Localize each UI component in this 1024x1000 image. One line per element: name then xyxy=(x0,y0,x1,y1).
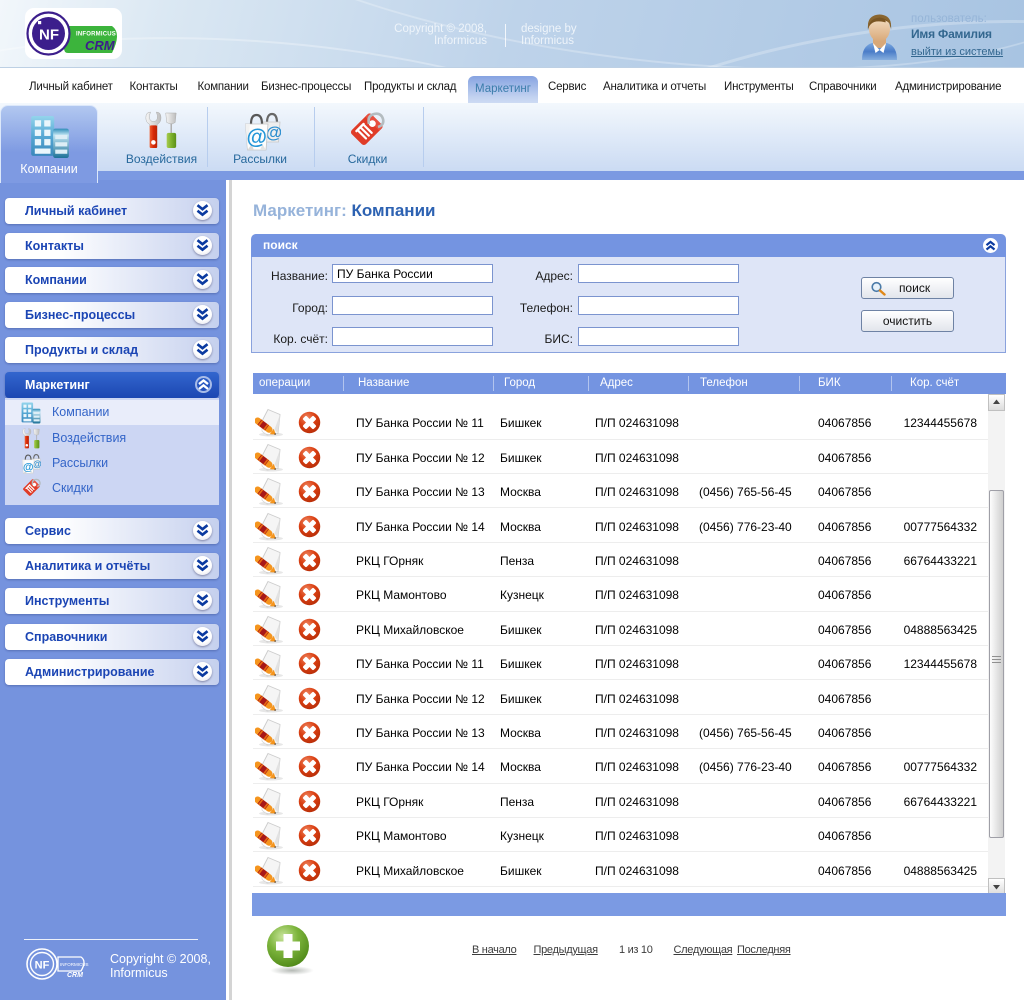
svg-text:@: @ xyxy=(23,461,34,473)
svg-text:CRM: CRM xyxy=(85,38,116,53)
svg-text:INFORMICUS: INFORMICUS xyxy=(60,962,89,967)
svg-text:@: @ xyxy=(247,126,267,149)
svg-text:INFORMICUS: INFORMICUS xyxy=(76,32,116,38)
svg-text:NF: NF xyxy=(35,960,50,972)
svg-text:CRM: CRM xyxy=(67,972,83,979)
svg-text:NF: NF xyxy=(39,27,59,44)
